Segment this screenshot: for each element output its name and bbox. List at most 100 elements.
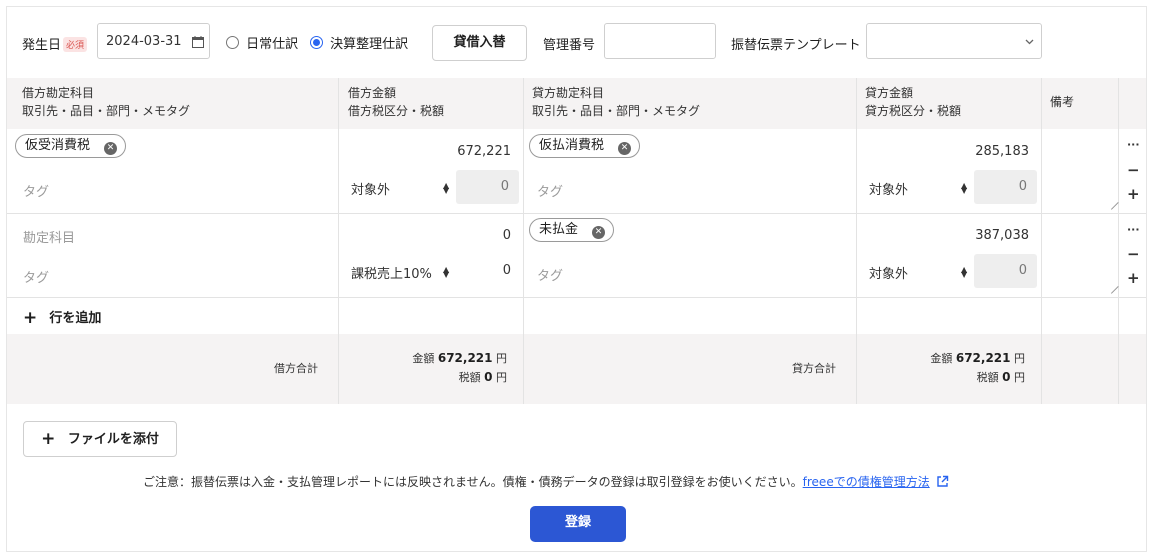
credit-total-label: 貸方合計 — [792, 362, 836, 375]
remove-row-icon[interactable]: − — [1127, 247, 1140, 262]
debit-total-tax: 税額 0 円 — [347, 368, 507, 387]
debit-tax-type-select[interactable]: 対象外 ▲ ▼ — [351, 179, 451, 199]
debit-total: 金額 672,221 円 税額 0 円 — [347, 349, 507, 387]
credit-total-tax: 税額 0 円 — [865, 368, 1025, 387]
header-debit-amount: 借方金額 借方税区分・税額 — [348, 84, 444, 120]
credit-total-amount-value: 672,221 — [955, 351, 1011, 365]
header-remarks: 備考 — [1050, 95, 1075, 109]
yen-unit: 円 — [1014, 371, 1025, 384]
credit-tax-type-value: 対象外 — [869, 183, 909, 198]
debit-total-amount-value: 672,221 — [437, 351, 493, 365]
header-credit-account: 貸方勘定科目 取引先・品目・部門・メモタグ — [532, 84, 700, 120]
credit-tax-type-select[interactable]: 対象外 ▲ ▼ — [869, 263, 969, 283]
radio-closing[interactable]: 決算整理仕訳 — [310, 33, 408, 53]
credit-tag-input[interactable]: タグ — [537, 265, 563, 284]
amount-label: 金額 — [412, 352, 435, 365]
template-label: 振替伝票テンプレート — [731, 38, 861, 53]
date-label-text: 発生日 — [22, 38, 62, 53]
external-link-icon[interactable] — [936, 475, 949, 488]
notice-text: ご注意：振替伝票は入金・支払管理レポートには反映されません。債権・債務データの登… — [143, 475, 803, 489]
add-row-icon[interactable]: + — [1127, 187, 1140, 202]
credit-tax-amount: 0 — [974, 254, 1037, 288]
credit-amount-input[interactable]: 285,183 — [865, 144, 1029, 159]
debit-amount-input[interactable]: 672,221 — [347, 144, 511, 159]
header-debit-amount-line2: 借方税区分・税額 — [348, 104, 445, 118]
yen-unit: 円 — [496, 371, 507, 384]
date-label: 発生日 必須 — [22, 34, 88, 53]
radio-normal[interactable]: 日常仕訳 — [226, 33, 298, 53]
amount-label: 金額 — [930, 352, 953, 365]
radio-closing-label[interactable]: 決算整理仕訳 — [330, 37, 408, 52]
debit-tax-amount[interactable]: 0 — [467, 263, 511, 278]
more-icon[interactable]: ··· — [1127, 138, 1140, 152]
swap-debit-credit-button[interactable]: 貸借入替 — [432, 25, 527, 61]
header-credit-account-line1: 貸方勘定科目 — [532, 86, 605, 100]
template-select[interactable] — [866, 23, 1042, 59]
close-icon[interactable]: ✕ — [104, 142, 118, 155]
date-value: 2024-03-31 — [106, 34, 182, 49]
plus-icon: + — [23, 308, 38, 328]
required-badge: 必須 — [63, 37, 88, 52]
management-number-label: 管理番号 — [543, 38, 596, 53]
header-debit-account: 借方勘定科目 取引先・品目・部門・メモタグ — [22, 84, 190, 120]
plus-icon: + — [41, 429, 56, 449]
header-credit-amount-line1: 貸方金額 — [865, 86, 914, 100]
debit-account-chip[interactable]: 仮受消費税 ✕ — [15, 134, 127, 158]
notice-link[interactable]: freeeでの債権管理方法 — [803, 475, 930, 489]
notice: ご注意：振替伝票は入金・支払管理レポートには反映されません。債権・債務データの登… — [143, 473, 949, 490]
header-debit-amount-line1: 借方金額 — [348, 86, 397, 100]
more-icon[interactable]: ··· — [1127, 223, 1140, 237]
calendar-icon[interactable] — [192, 36, 204, 48]
attach-file-button[interactable]: + ファイルを添付 — [23, 421, 177, 457]
yen-unit: 円 — [496, 352, 507, 365]
updown-icon: ▲ ▼ — [443, 265, 450, 279]
credit-account-chip-label: 仮払消費税 — [539, 138, 605, 153]
credit-tax-type-value: 対象外 — [869, 267, 909, 282]
chevron-down-icon — [1025, 39, 1034, 45]
debit-tax-amount: 0 — [456, 170, 519, 204]
updown-icon: ▲ ▼ — [961, 265, 968, 279]
debit-total-amount: 金額 672,221 円 — [347, 349, 507, 368]
credit-tax-amount: 0 — [974, 170, 1037, 204]
radio-normal-circle[interactable] — [226, 36, 239, 49]
debit-tag-input[interactable]: タグ — [23, 181, 49, 200]
add-row-label: 行を追加 — [49, 311, 102, 326]
radio-normal-label[interactable]: 日常仕訳 — [246, 37, 298, 52]
date-input[interactable]: 2024-03-31 — [97, 23, 210, 59]
close-icon[interactable]: ✕ — [592, 226, 606, 239]
header-debit-account-line1: 借方勘定科目 — [22, 86, 95, 100]
remarks-textarea[interactable] — [1042, 214, 1118, 297]
header-credit-amount: 貸方金額 貸方税区分・税額 — [865, 84, 961, 120]
header-debit-account-line2: 取引先・品目・部門・メモタグ — [22, 104, 191, 118]
radio-closing-circle[interactable] — [310, 36, 323, 49]
credit-amount-input[interactable]: 387,038 — [865, 228, 1029, 243]
resize-grip-icon[interactable] — [1108, 202, 1116, 210]
debit-account-input[interactable]: 勘定科目 — [23, 227, 75, 246]
debit-amount-input[interactable]: 0 — [347, 228, 511, 243]
debit-tax-type-select[interactable]: 課税売上10% ▲ ▼ — [351, 263, 451, 283]
credit-tag-input[interactable]: タグ — [537, 181, 563, 200]
credit-account-chip[interactable]: 仮払消費税 ✕ — [529, 134, 641, 158]
management-number-input[interactable] — [604, 23, 716, 59]
credit-tax-type-select[interactable]: 対象外 ▲ ▼ — [869, 179, 969, 199]
resize-grip-icon[interactable] — [1108, 286, 1116, 294]
tax-label: 税額 — [458, 371, 481, 384]
register-button[interactable]: 登録 — [530, 506, 626, 542]
debit-tax-type-value: 課税売上10% — [351, 267, 432, 282]
debit-account-chip-label: 仮受消費税 — [25, 138, 91, 153]
credit-account-chip[interactable]: 未払金 ✕ — [529, 218, 615, 242]
yen-unit: 円 — [1014, 352, 1025, 365]
credit-total-tax-value: 0 — [1002, 370, 1011, 384]
add-row-icon[interactable]: + — [1127, 271, 1140, 286]
remove-row-icon[interactable]: − — [1127, 163, 1140, 178]
updown-icon: ▲ ▼ — [443, 181, 450, 195]
credit-total: 金額 672,221 円 税額 0 円 — [865, 349, 1025, 387]
tax-label: 税額 — [976, 371, 999, 384]
debit-total-label: 借方合計 — [274, 362, 318, 375]
debit-total-tax-value: 0 — [484, 370, 493, 384]
credit-account-chip-label: 未払金 — [539, 222, 579, 237]
add-row-button[interactable]: + 行を追加 — [23, 307, 102, 328]
close-icon[interactable]: ✕ — [618, 142, 632, 155]
remarks-textarea[interactable] — [1042, 129, 1118, 213]
debit-tag-input[interactable]: タグ — [23, 267, 49, 286]
